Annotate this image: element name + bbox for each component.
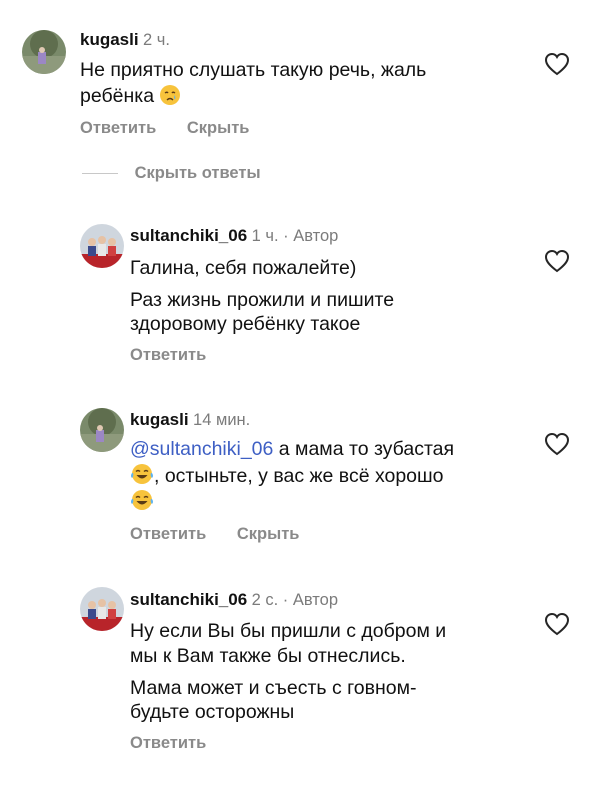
comment-text-line-1: @sultanchiki_06 а мама то зубастая: [130, 436, 454, 462]
hide-button[interactable]: Скрыть: [187, 119, 250, 137]
comment-text: Не приятно слушать такую речь, жаль: [80, 59, 427, 81]
divider: [82, 173, 118, 175]
username[interactable]: kugasli: [130, 410, 189, 429]
hide-button[interactable]: Скрыть: [237, 525, 300, 543]
username[interactable]: kugasli: [80, 30, 139, 49]
timestamp: 2 с. · Автор: [251, 591, 339, 609]
comment-text-line-2: , остыньте, у вас же всё хорошо: [130, 462, 444, 493]
heart-outline-icon: [544, 52, 570, 76]
face-with-tears-of-joy-emoji: [130, 488, 154, 519]
timestamp: 14 мин.: [193, 411, 251, 429]
heart-outline-icon: [544, 432, 570, 456]
comment-text: здоровому ребёнку такое: [130, 313, 361, 335]
comment-actions: Ответить Скрыть: [80, 119, 249, 138]
timestamp: 1 ч. · Автор: [251, 227, 339, 245]
comment-actions: Ответить: [130, 346, 206, 365]
hide-replies-button[interactable]: Скрыть ответы: [82, 164, 261, 183]
crying-face-emoji: [159, 84, 181, 113]
comment-text: Ну если Вы бы пришли с добром и: [130, 620, 447, 642]
comment-text: ребёнка: [80, 85, 155, 107]
avatar[interactable]: [80, 587, 124, 631]
avatar[interactable]: [80, 224, 124, 268]
username[interactable]: sultanchiki_06: [130, 590, 247, 609]
reply-button[interactable]: Ответить: [130, 734, 206, 752]
heart-outline-icon: [544, 249, 570, 273]
reply-button[interactable]: Ответить: [130, 346, 206, 364]
like-button[interactable]: [544, 432, 570, 456]
avatar[interactable]: [80, 408, 124, 452]
timestamp: 2 ч.: [143, 31, 170, 49]
comment-text: мы к Вам также бы отнеслись.: [130, 645, 406, 667]
reply-button[interactable]: Ответить: [80, 119, 156, 137]
like-button[interactable]: [544, 52, 570, 76]
comment-text: Галина, себя пожалейте): [130, 257, 357, 279]
avatar[interactable]: [22, 30, 66, 74]
comment-actions: Ответить Скрыть: [130, 525, 299, 544]
comment-text-line-3: [130, 488, 154, 519]
comment-text: , остыньте, у вас же всё хорошо: [154, 465, 444, 487]
comment-text: будьте осторожны: [130, 701, 295, 723]
comment-text: Мама может и съесть с говном-: [130, 677, 417, 699]
like-button[interactable]: [544, 612, 570, 636]
username[interactable]: sultanchiki_06: [130, 226, 247, 245]
user-mention-link[interactable]: @sultanchiki_06: [130, 438, 273, 460]
comment-kugasli-1: kugasli 2 ч. Не приятно слушать такую ре…: [0, 0, 600, 150]
comment-text-line-2: ребёнка: [80, 83, 181, 113]
heart-outline-icon: [544, 612, 570, 636]
reply-button[interactable]: Ответить: [130, 525, 206, 543]
hide-replies-label: Скрыть ответы: [134, 164, 261, 182]
comment-text: а мама то зубастая: [273, 438, 455, 460]
comment-text: Раз жизнь прожили и пишите: [130, 289, 395, 311]
comment-actions: Ответить: [130, 734, 206, 753]
like-button[interactable]: [544, 249, 570, 273]
